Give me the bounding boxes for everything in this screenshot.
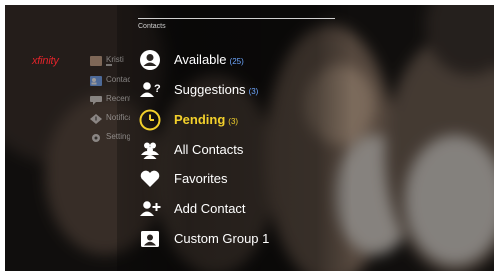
count-badge: (3) bbox=[228, 117, 239, 126]
suggestions-icon: ? bbox=[140, 82, 161, 97]
count-badge: (3) bbox=[248, 87, 259, 96]
sidebar-item-label: Notifications bbox=[106, 113, 130, 122]
sidebar-item-status bbox=[106, 64, 112, 66]
menu-item-label: Add Contact bbox=[174, 201, 246, 216]
clock-icon bbox=[139, 109, 161, 131]
xfinity-logo: xfinity bbox=[32, 55, 59, 67]
sidebar-item-label: Settings bbox=[106, 132, 130, 141]
menu-item-pending[interactable]: Pending (3) bbox=[138, 108, 358, 132]
avatar-icon bbox=[90, 56, 102, 66]
menu-item-add-contact[interactable]: Add Contact bbox=[138, 197, 358, 221]
sidebar-item-profile[interactable]: Kristi bbox=[90, 55, 130, 69]
recent-calls-icon bbox=[90, 96, 102, 105]
menu-item-label: Custom Group 1 bbox=[174, 231, 270, 246]
sidebar-item-label: Contacts bbox=[106, 75, 130, 84]
sidebar-item-contacts[interactable]: Contacts bbox=[90, 75, 130, 89]
menu-item-label: Favorites bbox=[174, 171, 228, 186]
notifications-icon bbox=[90, 114, 102, 124]
svg-text:?: ? bbox=[154, 83, 161, 95]
contacts-icon bbox=[90, 76, 102, 86]
menu-item-label: All Contacts bbox=[174, 142, 244, 157]
tv-screen: xfinity Kristi Contacts Recent Notificat… bbox=[5, 5, 494, 271]
menu-item-available[interactable]: Available (25) bbox=[138, 48, 358, 72]
group-icon bbox=[141, 142, 159, 159]
available-contacts-icon bbox=[140, 50, 160, 70]
menu-item-suggestions[interactable]: ? Suggestions (3) bbox=[138, 78, 358, 102]
sidebar-item-label: Recent bbox=[106, 94, 130, 103]
menu-item-label: Available (25) bbox=[174, 52, 244, 67]
sidebar-item-recent[interactable]: Recent bbox=[90, 94, 130, 108]
sidebar-item-settings[interactable]: Settings bbox=[90, 132, 130, 146]
menu-item-label: Pending (3) bbox=[174, 112, 239, 127]
custom-group-icon bbox=[141, 231, 159, 247]
menu-item-custom-group-1[interactable]: Custom Group 1 bbox=[138, 227, 358, 251]
section-divider bbox=[138, 18, 335, 19]
gear-icon bbox=[92, 134, 100, 142]
add-contact-icon bbox=[140, 201, 161, 216]
section-title: Contacts bbox=[138, 23, 166, 30]
sidebar-item-notifications[interactable]: Notifications bbox=[90, 113, 130, 127]
menu-item-favorites[interactable]: Favorites bbox=[138, 167, 358, 191]
menu-item-all-contacts[interactable]: All Contacts bbox=[138, 138, 358, 162]
count-badge: (25) bbox=[229, 57, 244, 66]
menu-item-label: Suggestions (3) bbox=[174, 82, 259, 97]
heart-icon bbox=[140, 170, 160, 187]
sidebar-item-label: Kristi bbox=[106, 55, 124, 64]
